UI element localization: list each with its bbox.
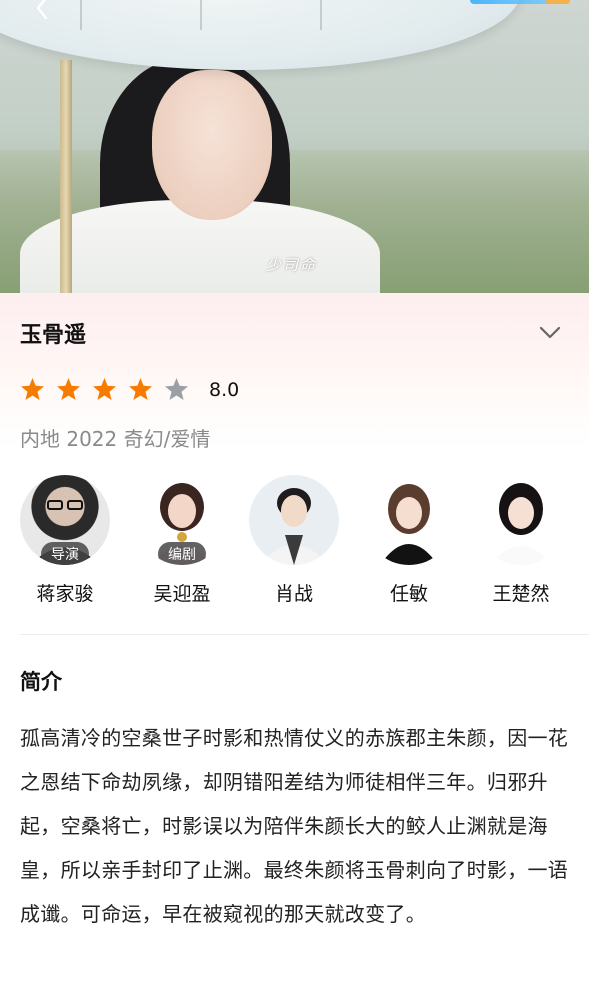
divider [20,634,589,635]
star-empty-icon [165,378,188,400]
role-tag: 导演 [41,542,89,565]
person-name: 吴迎盈 [153,583,211,605]
cast-member[interactable]: 导演 蒋家骏 [10,475,120,606]
star-filled-icon [93,378,116,400]
cast-member[interactable]: 编剧 吴迎盈 [127,475,237,606]
avatar [476,475,566,565]
show-title: 玉骨遥 [20,323,87,348]
star-filled-icon [57,378,80,400]
umbrella [0,0,520,70]
umbrella-pole [60,60,72,293]
cast-list: 导演 蒋家骏 编剧 吴迎盈 肖战 任敏 王楚然 [0,475,589,615]
person-name: 王楚然 [492,583,550,605]
intro-text: 孤高清冷的空桑世子时影和热情仗义的赤族郡主朱颜，因一花之恩结下命劫夙缘，却阴错阳… [20,726,569,926]
avatar [364,475,454,565]
cast-member[interactable]: 肖战 [239,475,349,606]
avatar: 编剧 [137,475,227,565]
person-name: 肖战 [274,583,313,605]
poster-figure-face [152,70,272,220]
person-name: 任敏 [389,583,428,605]
avatar [249,475,339,565]
poster-caption: 少司命 [266,256,318,274]
star-filled-icon [21,378,44,400]
video-poster[interactable]: 少司命 [0,0,589,293]
star-filled-icon [129,378,152,400]
expand-button[interactable] [538,323,562,343]
avatar: 导演 [20,475,110,565]
chevron-down-icon [539,326,561,339]
intro-heading: 简介 [20,670,62,694]
cast-member[interactable]: 任敏 [354,475,464,606]
rating-score: 8.0 [209,379,240,401]
show-meta: 内地 2022 奇幻/爱情 [20,427,211,451]
role-tag: 编剧 [158,542,206,565]
show-info-panel: 玉骨遥 8.0 内地 2022 奇幻/爱情 导演 蒋家骏 编剧 吴迎盈 肖战 任… [0,293,589,1000]
platform-logo [470,0,570,4]
person-name: 蒋家骏 [36,583,94,605]
cast-member[interactable]: 王楚然 [466,475,576,606]
back-button[interactable] [28,0,56,22]
chevron-left-icon [36,0,48,20]
rating-stars [20,377,189,402]
